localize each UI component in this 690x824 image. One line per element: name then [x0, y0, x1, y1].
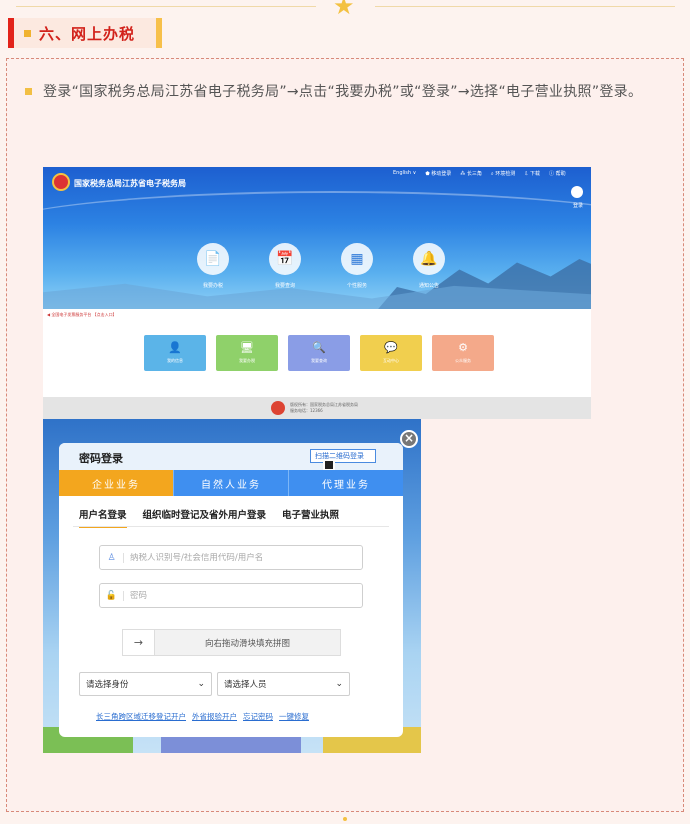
monitor-icon: 🖥 [240, 341, 254, 354]
link-forgot-password[interactable]: 忘记密码 [243, 711, 273, 722]
quick-entry-announcements[interactable]: 🔔 通知公告 [411, 243, 447, 289]
chevron-down-icon: ⌄ [197, 679, 205, 689]
portal-top-nav: English ∨ ⬟ 移动登录 ⁂ 长三角 ⌕ 环境检测 ⇩ 下载 ⓘ 帮助 [393, 170, 566, 177]
link-out-of-province[interactable]: 外省报验开户 [192, 711, 237, 722]
username-input[interactable] [130, 552, 350, 563]
document-icon: 📄 [197, 243, 229, 275]
password-field: 🔓 [99, 583, 363, 608]
tile-tax-handling[interactable]: 🖥 我要办税 [216, 335, 278, 371]
portal-homepage-screenshot: 国家税务总局江苏省电子税务局 English ∨ ⬟ 移动登录 ⁂ 长三角 ⌕ … [43, 167, 591, 419]
bottom-decoration [343, 817, 347, 821]
link-one-click-repair[interactable]: 一键修复 [279, 711, 309, 722]
top-divider-right [375, 6, 675, 7]
calendar-icon: 📅 [269, 243, 301, 275]
user-avatar-icon[interactable] [571, 186, 583, 198]
tab-agent[interactable]: 代理业务 [288, 470, 403, 496]
gear-icon: ⚙ [458, 341, 468, 354]
portal-site-title: 国家税务总局江苏省电子税务局 [74, 179, 186, 188]
section-title: 六、网上办税 [39, 24, 136, 43]
tax-emblem-icon [52, 173, 70, 191]
square-bullet-icon [24, 29, 31, 37]
captcha-slider: → 向右拖动滑块填充拼图 [122, 629, 341, 656]
subtab-e-business-license[interactable]: 电子营业执照 [282, 507, 339, 528]
tax-emblem-icon [271, 401, 285, 415]
square-bullet-icon [25, 88, 32, 95]
login-dialog: 密码登录 扫描二维码登录 企业业务 自然人业务 代理业务 用户名登录 组织临时登… [59, 443, 403, 737]
password-input[interactable] [130, 590, 350, 601]
login-category-tabs: 企业业务 自然人业务 代理业务 [59, 470, 403, 496]
content-box: 登录“国家税务总局江苏省电子税务局”→点击“我要办税”或“登录”→选择“电子营业… [6, 58, 684, 812]
slider-hint: 向右拖动滑块填充拼图 [204, 638, 290, 649]
instruction-paragraph: 登录“国家税务总局江苏省电子税务局”→点击“我要办税”或“登录”→选择“电子营业… [25, 78, 665, 106]
nav-item-yangtze-delta[interactable]: ⁂ 长三角 [460, 170, 482, 177]
lock-icon: 🔓 [100, 590, 124, 601]
portal-login-link[interactable]: 登录 [573, 202, 583, 209]
bell-icon: 🔔 [413, 243, 445, 275]
login-dialog-title: 密码登录 [79, 452, 123, 465]
person-icon: 👤 [168, 341, 182, 354]
tile-interaction[interactable]: 💬 互动中心 [360, 335, 422, 371]
nav-item-mobile-login[interactable]: ⬟ 移动登录 [425, 170, 451, 177]
tile-my-info[interactable]: 👤 我的信息 [144, 335, 206, 371]
nav-item-download[interactable]: ⇩ 下载 [524, 170, 540, 177]
star-icon: ★ [333, 0, 355, 20]
section-header: 六、网上办税 [8, 18, 162, 48]
subtab-temp-registration[interactable]: 组织临时登记及省外用户登录 [143, 507, 267, 528]
footer-phone: 服务电话：12366 [290, 408, 323, 413]
slider-handle[interactable]: → [123, 630, 155, 655]
nav-item-env-check[interactable]: ⌕ 环境检测 [491, 170, 515, 177]
login-method-tabs: 用户名登录 组织临时登记及省外用户登录 电子营业执照 [79, 507, 339, 528]
username-field: ♙ [99, 545, 363, 570]
nav-item-english[interactable]: English ∨ [393, 170, 416, 177]
grid-icon: ▦ [341, 243, 373, 275]
nav-item-help[interactable]: ⓘ 帮助 [549, 170, 566, 177]
search-icon: 🔍 [312, 341, 326, 354]
quick-entry-personal-service[interactable]: ▦ 个性服务 [339, 243, 375, 289]
qr-login-link[interactable]: 扫描二维码登录 [310, 449, 376, 463]
chat-icon: 💬 [384, 341, 398, 354]
portal-notice[interactable]: ◀ 全国电子发票服务平台 【点击入口】 [47, 312, 117, 318]
quick-entry-tax-handling[interactable]: 📄 我要办税 [195, 243, 231, 289]
instruction-text: 登录“国家税务总局江苏省电子税务局”→点击“我要办税”或“登录”→选择“电子营业… [43, 84, 643, 100]
close-icon[interactable]: × [400, 430, 418, 448]
subtab-username-login[interactable]: 用户名登录 [79, 507, 127, 528]
tile-public-service[interactable]: ⚙ 公众服务 [432, 335, 494, 371]
tab-natural-person[interactable]: 自然人业务 [173, 470, 288, 496]
person-select[interactable]: 请选择人员 ⌄ [217, 672, 350, 696]
identity-select[interactable]: 请选择身份 ⌄ [79, 672, 212, 696]
link-cross-region-migration[interactable]: 长三角跨区域迁移登记开户 [96, 711, 186, 722]
portal-footer: 版权所有：国家税务总局江苏省税务局 服务电话：12366 [43, 397, 591, 419]
tab-enterprise[interactable]: 企业业务 [59, 470, 173, 496]
login-screenshot: 密码登录 扫描二维码登录 企业业务 自然人业务 代理业务 用户名登录 组织临时登… [43, 419, 421, 753]
portal-banner: 国家税务总局江苏省电子税务局 English ∨ ⬟ 移动登录 ⁂ 长三角 ⌕ … [43, 167, 591, 309]
chevron-down-icon: ⌄ [335, 679, 343, 689]
user-icon: ♙ [100, 552, 124, 563]
login-footer-links: 长三角跨区域迁移登记开户 外省报验开户 忘记密码 一键修复 [96, 711, 309, 722]
top-divider-left [16, 6, 316, 7]
portal-quick-entries: 📄 我要办税 📅 我要查询 ▦ 个性服务 🔔 通知公告 [195, 243, 447, 289]
portal-tiles: 👤 我的信息 🖥 我要办税 🔍 我要查询 💬 互动中心 ⚙ 公众服务 [144, 335, 494, 371]
quick-entry-query[interactable]: 📅 我要查询 [267, 243, 303, 289]
tile-query[interactable]: 🔍 我要查询 [288, 335, 350, 371]
